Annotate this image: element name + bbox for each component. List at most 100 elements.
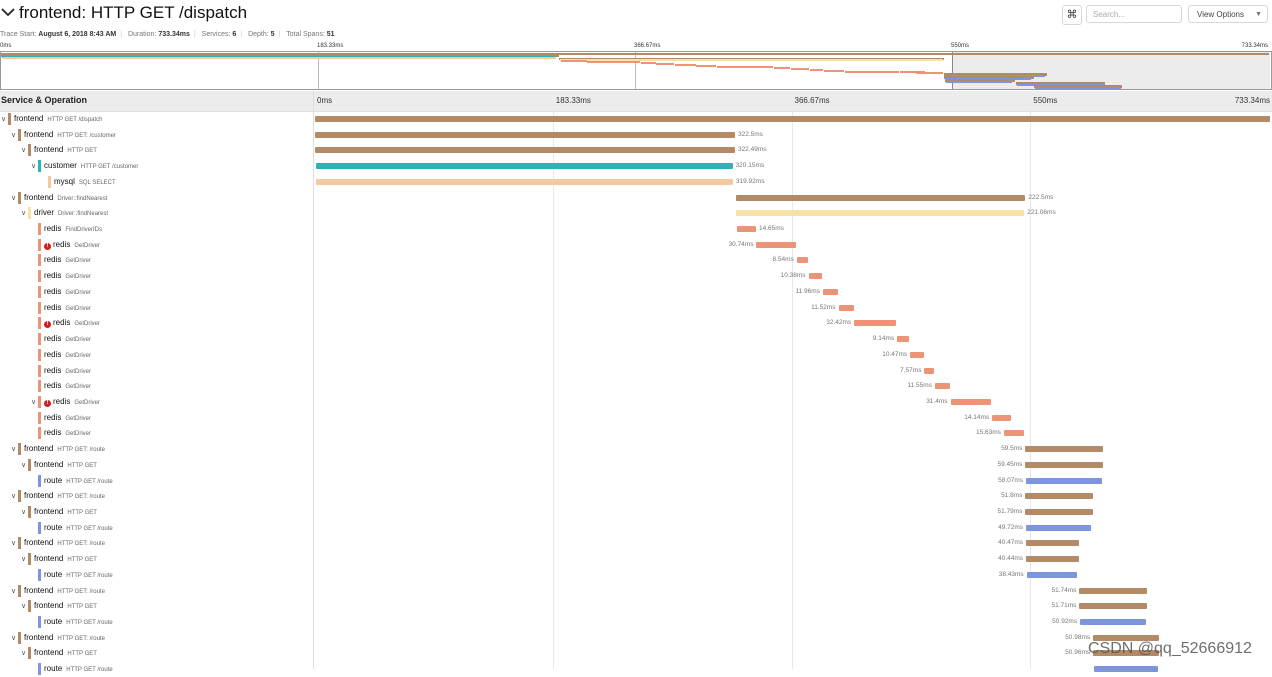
span-bar[interactable] xyxy=(1026,477,1102,484)
span-bar[interactable] xyxy=(897,336,909,343)
span-bar[interactable] xyxy=(1026,524,1091,531)
span-row[interactable]: ∨ frontend Driver::findNearest 222.5ms xyxy=(0,190,1272,206)
span-row[interactable]: mysql SQL SELECT 319.92ms xyxy=(0,174,1272,190)
span-bar[interactable] xyxy=(1025,493,1093,500)
span-row[interactable]: ∨ frontend HTTP GET: /route 40.47ms xyxy=(0,535,1272,551)
span-bar[interactable] xyxy=(756,241,797,248)
span-row[interactable]: ∨ frontend HTTP GET: /route 51.74ms xyxy=(0,583,1272,599)
chevron-down-icon[interactable]: ∨ xyxy=(31,398,36,406)
span-name-cell[interactable]: redis GetDriver xyxy=(0,268,313,284)
chevron-down-icon[interactable]: ∨ xyxy=(11,492,16,500)
span-row[interactable]: ! redis GetDriver 30.74ms xyxy=(0,237,1272,253)
span-bar[interactable] xyxy=(1093,666,1159,673)
span-bar[interactable] xyxy=(808,273,823,280)
chevron-down-icon[interactable]: ∨ xyxy=(21,461,26,469)
span-bar[interactable] xyxy=(1003,430,1025,437)
span-name-cell[interactable]: ∨ frontend HTTP GET /dispatch xyxy=(0,111,313,127)
chevron-down-icon[interactable]: ∨ xyxy=(21,555,26,563)
span-name-cell[interactable]: redis GetDriver xyxy=(0,284,313,300)
span-bar[interactable] xyxy=(315,163,733,170)
chevron-down-icon[interactable]: ∨ xyxy=(11,194,16,202)
span-row[interactable]: ∨ frontend HTTP GET 51.71ms xyxy=(0,598,1272,614)
span-name-cell[interactable]: ∨ frontend HTTP GET: /route xyxy=(0,441,313,457)
span-name-cell[interactable]: ∨ frontend HTTP GET xyxy=(0,142,313,158)
span-row[interactable]: redis GetDriver 14.14ms xyxy=(0,410,1272,426)
span-name-cell[interactable]: ∨ frontend HTTP GET xyxy=(0,551,313,567)
span-bar[interactable] xyxy=(1079,603,1147,610)
search-input[interactable] xyxy=(1086,5,1182,23)
span-row[interactable]: redis GetDriver 11.55ms xyxy=(0,378,1272,394)
span-bar[interactable] xyxy=(1080,619,1147,626)
chevron-down-icon[interactable]: ∨ xyxy=(21,508,26,516)
span-row[interactable]: redis GetDriver 8.54ms xyxy=(0,252,1272,268)
minimap-selection[interactable] xyxy=(952,52,1270,89)
span-bar[interactable] xyxy=(736,210,1025,217)
span-row[interactable]: route HTTP GET /route 50.92ms xyxy=(0,614,1272,630)
chevron-down-icon[interactable]: ∨ xyxy=(11,131,16,139)
chevron-down-icon[interactable]: ∨ xyxy=(11,539,16,547)
chevron-down-icon[interactable]: ∨ xyxy=(31,162,36,170)
span-bar[interactable] xyxy=(854,320,897,327)
chevron-down-icon[interactable]: ∨ xyxy=(11,587,16,595)
span-row[interactable]: route HTTP GET /route xyxy=(0,661,1272,677)
span-name-cell[interactable]: ∨ customer HTTP GET /customer xyxy=(0,158,313,174)
span-row[interactable]: ∨ frontend HTTP GET 50.96ms xyxy=(0,645,1272,661)
span-row[interactable]: redis GetDriver 15.63ms xyxy=(0,425,1272,441)
span-row[interactable]: ∨ frontend HTTP GET 40.44ms xyxy=(0,551,1272,567)
span-bar[interactable] xyxy=(1025,461,1103,468)
span-row[interactable]: redis GetDriver 9.14ms xyxy=(0,331,1272,347)
span-name-cell[interactable]: mysql SQL SELECT xyxy=(0,174,313,190)
span-name-cell[interactable]: ∨ frontend HTTP GET: /route xyxy=(0,583,313,599)
span-bar[interactable] xyxy=(796,257,808,264)
span-row[interactable]: ∨ frontend HTTP GET: /route 50.98ms xyxy=(0,630,1272,646)
span-bar[interactable] xyxy=(910,351,924,358)
span-name-cell[interactable]: redis GetDriver xyxy=(0,378,313,394)
span-bar[interactable] xyxy=(934,383,950,390)
span-name-cell[interactable]: ∨ frontend HTTP GET: /route xyxy=(0,535,313,551)
span-row[interactable]: redis GetDriver 7.57ms xyxy=(0,363,1272,379)
span-row[interactable]: ∨ frontend HTTP GET: /customer 322.5ms xyxy=(0,127,1272,143)
span-name-cell[interactable]: ∨ frontend HTTP GET xyxy=(0,645,313,661)
trace-minimap[interactable]: 0ms 183.33ms 366.67ms 550ms 733.34ms xyxy=(0,41,1272,90)
span-name-cell[interactable]: ∨ frontend HTTP GET: /route xyxy=(0,630,313,646)
span-name-cell[interactable]: ∨ frontend HTTP GET: /route xyxy=(0,488,313,504)
span-name-cell[interactable]: ∨ frontend HTTP GET xyxy=(0,598,313,614)
span-bar[interactable] xyxy=(735,194,1026,201)
span-name-cell[interactable]: route HTTP GET /route xyxy=(0,567,313,583)
span-row[interactable]: ! redis GetDriver 32.42ms xyxy=(0,315,1272,331)
span-name-cell[interactable]: ∨! redis GetDriver xyxy=(0,394,313,410)
span-name-cell[interactable]: ∨ frontend HTTP GET xyxy=(0,504,313,520)
span-name-cell[interactable]: redis GetDriver xyxy=(0,300,313,316)
span-name-cell[interactable]: ! redis GetDriver xyxy=(0,315,313,331)
span-row[interactable]: redis GetDriver 10.38ms xyxy=(0,268,1272,284)
span-row[interactable]: ∨ frontend HTTP GET 322.49ms xyxy=(0,142,1272,158)
chevron-down-icon[interactable]: ∨ xyxy=(21,602,26,610)
span-bar[interactable] xyxy=(315,131,735,138)
chevron-down-icon[interactable]: ∨ xyxy=(1,115,6,123)
span-bar[interactable] xyxy=(822,288,839,295)
span-bar[interactable] xyxy=(1079,587,1147,594)
span-row[interactable]: ∨ frontend HTTP GET: /route 51.8ms xyxy=(0,488,1272,504)
chevron-down-icon[interactable] xyxy=(1,5,15,19)
span-row[interactable]: ∨ frontend HTTP GET /dispatch xyxy=(0,111,1272,127)
span-row[interactable]: ∨! redis GetDriver 31.4ms xyxy=(0,394,1272,410)
span-name-cell[interactable]: ∨ frontend HTTP GET: /customer xyxy=(0,127,313,143)
span-name-cell[interactable]: redis GetDriver xyxy=(0,252,313,268)
span-name-cell[interactable]: redis GetDriver xyxy=(0,347,313,363)
span-row[interactable]: ∨ frontend HTTP GET 59.45ms xyxy=(0,457,1272,473)
span-bar[interactable] xyxy=(736,226,756,233)
span-bar[interactable] xyxy=(1026,540,1079,547)
span-name-cell[interactable]: ∨ driver Driver::findNearest xyxy=(0,205,313,221)
chevron-down-icon[interactable]: ∨ xyxy=(21,649,26,657)
span-name-cell[interactable]: route HTTP GET /route xyxy=(0,614,313,630)
span-name-cell[interactable]: route HTTP GET /route xyxy=(0,661,313,677)
span-name-cell[interactable]: ∨ frontend Driver::findNearest xyxy=(0,190,313,206)
span-name-cell[interactable]: ∨ frontend HTTP GET xyxy=(0,457,313,473)
minimap-canvas[interactable] xyxy=(0,51,1272,90)
chevron-down-icon[interactable]: ∨ xyxy=(11,634,16,642)
span-bar[interactable] xyxy=(950,398,992,405)
span-bar[interactable] xyxy=(315,116,1270,122)
span-bar[interactable] xyxy=(1025,446,1103,453)
span-name-cell[interactable]: redis GetDriver xyxy=(0,425,313,441)
span-bar[interactable] xyxy=(1026,571,1077,578)
